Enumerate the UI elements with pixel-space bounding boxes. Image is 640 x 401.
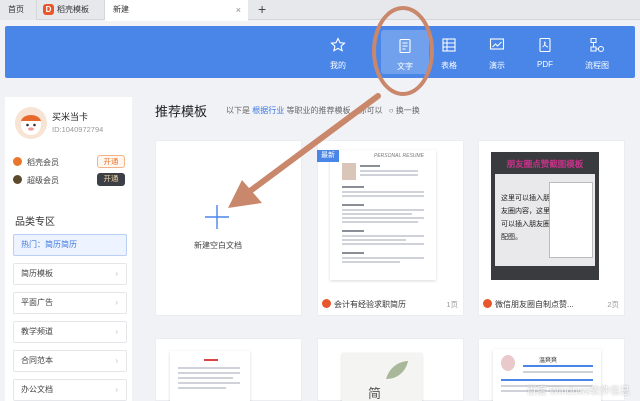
category-ads[interactable]: 平面广告 ›	[13, 292, 127, 314]
nav-presentation[interactable]: 演示	[473, 26, 521, 78]
section-title: 推荐模板	[155, 104, 208, 119]
wechat-thumb-line: 这里可以插入朋	[501, 195, 550, 202]
category-contract[interactable]: 合同范本 ›	[13, 350, 127, 372]
refresh-button[interactable]: ○ 换一换	[389, 106, 420, 115]
category-title: 品类专区	[15, 217, 55, 228]
phone-mockup	[549, 182, 593, 258]
refresh-label: 换一换	[395, 106, 420, 115]
resume-thumb-header: PERSONAL RESUME	[374, 153, 424, 159]
super-member-icon	[13, 175, 22, 184]
activate-daoke-button[interactable]: 开通	[97, 155, 125, 168]
tab-home-label: 首页	[8, 5, 24, 14]
subtitle-text: 以下是	[226, 106, 250, 115]
daoke-logo-icon: D	[43, 4, 54, 15]
chevron-right-icon: ›	[115, 356, 118, 365]
close-tab-icon[interactable]: ×	[236, 0, 241, 20]
nav-mine[interactable]: 我的	[314, 26, 362, 78]
activate-super-button[interactable]: 开通	[97, 173, 125, 186]
chevron-right-icon: ›	[115, 269, 118, 278]
presentation-icon	[489, 38, 505, 50]
resume-photo	[501, 355, 515, 371]
nav-mine-label: 我的	[330, 61, 346, 70]
wechat-thumb-line: 可以插入朋友圈	[501, 221, 550, 228]
app-type-banner: 我的 文字 表格 演示 PDF 流程图	[5, 26, 635, 78]
template-type-icon	[483, 299, 492, 308]
tab-dao-template[interactable]: D 稻壳模板	[37, 0, 105, 20]
nav-flowchart[interactable]: 流程图	[573, 26, 621, 78]
resume-photo	[342, 163, 356, 180]
wechat-thumb-line: 友圈内容，这里	[501, 208, 550, 215]
cover-thumbnail: 简	[342, 353, 422, 401]
category-teaching[interactable]: 教学频道 ›	[13, 321, 127, 343]
member-row-super: 超级会员 开通	[13, 173, 125, 187]
new-tab-button[interactable]: +	[258, 0, 266, 20]
plus-icon	[205, 205, 229, 229]
chevron-right-icon: ›	[115, 298, 118, 307]
cover-title: 简	[368, 386, 382, 401]
nav-flowchart-label: 流程图	[585, 61, 609, 70]
resume-thumbnail: PERSONAL RESUME	[330, 150, 436, 280]
sidebar: 买米当卡 ID:1040972794 稻壳会员 开通 超级会员 开通 品类专区 …	[5, 97, 132, 401]
resume-name: 温爽爽	[539, 358, 558, 364]
watermark: 百度 Windows软件信息	[526, 386, 630, 397]
user-id: ID:1040972794	[52, 125, 104, 134]
flowchart-icon	[590, 38, 604, 52]
highlight-ring-annotation	[372, 6, 434, 96]
wechat-thumb-title: 朋友圈点赞截图模板	[506, 159, 584, 169]
template-title: 微信朋友圈自制点赞...	[495, 300, 574, 309]
avatar-face-icon	[21, 115, 41, 135]
subtitle-text: 等职业的推荐模板，你可以	[286, 106, 383, 115]
wechat-thumb-text: 这里可以插入朋 友圈内容，这里 可以插入朋友圈 配图。	[501, 192, 550, 244]
wechat-thumbnail: 朋友圈点赞截图模板 这里可以插入朋 友圈内容，这里 可以插入朋友圈 配图。	[491, 152, 599, 280]
template-card-row3-2[interactable]: 简	[317, 338, 464, 401]
category-label: 办公文档	[21, 385, 53, 394]
pdf-icon	[539, 37, 551, 53]
template-title: 会计有经验求职简历	[334, 300, 406, 309]
member-label: 超级会员	[27, 176, 59, 185]
leaf-icon	[386, 361, 408, 379]
tab-new[interactable]: 新建 ×	[105, 0, 248, 21]
nav-pdf[interactable]: PDF	[521, 26, 569, 78]
username: 买米当卡	[52, 112, 89, 122]
document-thumbnail	[170, 351, 250, 401]
category-hot[interactable]: 热门：简历简历	[13, 234, 127, 256]
member-label: 稻壳会员	[27, 158, 59, 167]
new-badge: 最新	[317, 150, 339, 162]
new-blank-document-label: 新建空白文档	[194, 241, 242, 250]
star-icon	[330, 37, 346, 52]
card-footer: 微信朋友圈自制点赞... 2页	[479, 293, 624, 315]
tab-new-label: 新建	[113, 5, 129, 14]
chevron-right-icon: ›	[115, 327, 118, 336]
category-label: 教学频道	[21, 327, 53, 336]
tab-bar: 首页 D 稻壳模板 新建 × +	[0, 0, 640, 21]
avatar[interactable]	[15, 107, 47, 139]
category-label: 合同范本	[21, 356, 53, 365]
nav-presentation-label: 演示	[489, 61, 505, 70]
template-pages: 2页	[607, 300, 619, 309]
tab-dao-template-label: 稻壳模板	[57, 5, 89, 14]
category-resume[interactable]: 简历模板 ›	[13, 263, 127, 285]
chevron-right-icon: ›	[115, 385, 118, 394]
industry-link[interactable]: 根据行业	[252, 106, 284, 115]
table-icon	[442, 38, 456, 52]
template-type-icon	[322, 299, 331, 308]
template-pages: 1页	[446, 300, 458, 309]
category-office[interactable]: 办公文档 ›	[13, 379, 127, 401]
recommend-subtitle: 以下是 根据行业 等职业的推荐模板，你可以 ○ 换一换	[226, 105, 420, 116]
tab-home[interactable]: 首页	[0, 0, 37, 20]
nav-pdf-label: PDF	[537, 60, 553, 69]
category-label: 简历模板	[21, 269, 53, 278]
category-label: 平面广告	[21, 298, 53, 307]
wechat-thumb-line: 配图。	[501, 234, 522, 241]
member-row-daoke: 稻壳会员 开通	[13, 155, 125, 169]
template-card-row3-1[interactable]	[155, 338, 302, 401]
daoke-member-icon	[13, 157, 22, 166]
card-footer: 会计有经验求职简历 1页	[318, 293, 463, 315]
category-label: 热门：简历简历	[21, 240, 77, 249]
